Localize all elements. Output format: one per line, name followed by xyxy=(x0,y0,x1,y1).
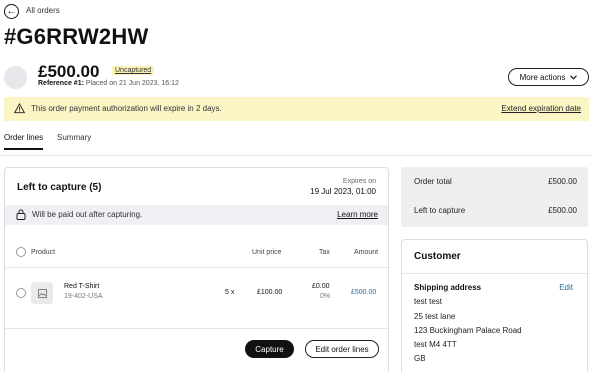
select-all-checkbox[interactable] xyxy=(16,247,26,257)
status-badge: Uncaptured xyxy=(112,66,155,75)
column-header-amount: Amount xyxy=(354,249,379,256)
back-link[interactable]: All orders xyxy=(26,6,60,15)
address-line: test M4 4TT xyxy=(414,340,457,349)
left-to-capture-label: Left to capture xyxy=(414,206,466,215)
product-thumbnail xyxy=(31,282,53,304)
order-total-value: £500.00 xyxy=(548,177,577,186)
tab-order-lines[interactable]: Order lines xyxy=(4,133,43,142)
left-to-capture-value: £500.00 xyxy=(548,206,577,215)
active-tab-indicator xyxy=(4,148,43,150)
customer-card: Customer Shipping address Edit test test… xyxy=(401,239,589,372)
payout-info-bar: Will be paid out after capturing. Learn … xyxy=(5,205,388,225)
customer-divider xyxy=(402,273,589,274)
line-checkbox[interactable] xyxy=(16,288,26,298)
capture-button[interactable]: Capture xyxy=(245,340,294,358)
chevron-down-icon xyxy=(570,74,578,80)
order-totals-panel: Order total £500.00 Left to capture £500… xyxy=(401,167,588,227)
order-reference: Reference #1: Placed on 21 Jun 2023, 16:… xyxy=(38,80,179,87)
row-divider xyxy=(5,328,388,329)
table-row: Red T-Shirt 19-402-USA 5 x £100.00 £0.00… xyxy=(5,268,388,318)
address-line: 123 Buckingham Palace Road xyxy=(414,326,522,335)
order-amount: £500.00 xyxy=(38,62,100,81)
column-header-unit-price: Unit price xyxy=(252,249,282,256)
order-total-label: Order total xyxy=(414,177,452,186)
customer-title: Customer xyxy=(414,251,461,262)
left-to-capture-card: Left to capture (5) Expires on 19 Jul 20… xyxy=(4,167,389,372)
card-title: Left to capture (5) xyxy=(17,182,102,193)
back-button[interactable]: ← xyxy=(4,4,19,19)
banner-text: This order payment authorization will ex… xyxy=(31,104,222,113)
warning-icon xyxy=(14,103,25,114)
edit-order-lines-button[interactable]: Edit order lines xyxy=(305,340,379,358)
payout-text: Will be paid out after capturing. xyxy=(32,210,143,219)
arrow-left-icon: ← xyxy=(6,5,17,17)
address-line: test test xyxy=(414,297,443,306)
column-header-product: Product xyxy=(31,249,56,256)
expires-label: Expires on xyxy=(342,178,376,185)
product-sku: 19-402-USA xyxy=(64,293,103,300)
more-actions-button[interactable]: More actions xyxy=(508,68,589,86)
expiration-banner: This order payment authorization will ex… xyxy=(4,97,589,121)
extend-expiration-link[interactable]: Extend expiration date xyxy=(501,104,581,113)
product-name: Red T-Shirt xyxy=(64,283,100,290)
lock-icon xyxy=(16,209,26,220)
placed-on-text: Placed on 21 Jun 2023, 16:12 xyxy=(85,80,179,87)
page-title: #G6RRW2HW xyxy=(4,24,149,49)
column-header-tax: Tax xyxy=(319,249,330,256)
address-line: 25 test lane xyxy=(414,312,456,321)
more-actions-label: More actions xyxy=(519,72,566,82)
tab-summary[interactable]: Summary xyxy=(57,133,91,142)
edit-address-link[interactable]: Edit xyxy=(559,283,573,292)
product-amount: £500.00 xyxy=(351,289,377,296)
shipping-address-label: Shipping address xyxy=(414,283,482,292)
learn-more-link[interactable]: Learn more xyxy=(337,210,378,219)
avatar xyxy=(4,66,27,89)
address-line: GB xyxy=(414,354,426,363)
product-tax: £0.00 xyxy=(312,283,330,290)
tabs-divider xyxy=(0,155,592,156)
product-qty: 5 x xyxy=(225,289,235,296)
product-tax-rate: 0% xyxy=(320,293,331,300)
reference-label: Reference #1: xyxy=(38,80,84,87)
product-unit-price: £100.00 xyxy=(257,289,283,296)
image-placeholder-icon xyxy=(37,288,47,298)
expires-date: 19 Jul 2023, 01:00 xyxy=(310,187,376,196)
